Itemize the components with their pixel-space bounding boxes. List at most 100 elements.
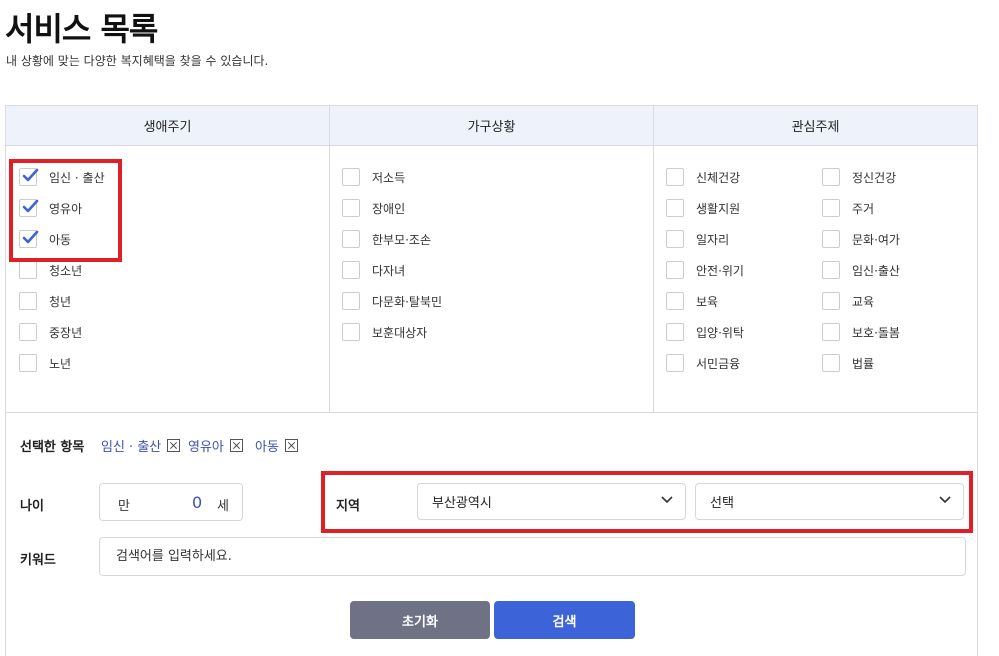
- checkbox-청소년[interactable]: 청소년: [19, 261, 82, 279]
- checkbox-중장년[interactable]: 중장년: [19, 323, 82, 341]
- checkbox-label: 다자녀: [372, 263, 406, 278]
- age-input[interactable]: 만 0 세: [99, 483, 243, 521]
- checkbox-unchecked-icon[interactable]: [666, 323, 684, 341]
- checkbox-unchecked-icon[interactable]: [822, 168, 840, 186]
- checkbox-문화-여가[interactable]: 문화·여가: [822, 230, 900, 248]
- checkbox-unchecked-icon[interactable]: [822, 261, 840, 279]
- checkbox-저소득[interactable]: 저소득: [342, 168, 405, 186]
- checkbox-임신-출산[interactable]: 임신 · 출산: [19, 168, 105, 186]
- selected-chip[interactable]: 임신 · 출산: [101, 436, 181, 455]
- checkbox-unchecked-icon[interactable]: [342, 168, 360, 186]
- checkbox-보육[interactable]: 보육: [666, 292, 718, 310]
- checkbox-label: 주거: [852, 201, 875, 216]
- age-value[interactable]: 0: [192, 493, 202, 512]
- column-header-interest: 관심주제: [654, 106, 977, 146]
- checkbox-unchecked-icon[interactable]: [342, 292, 360, 310]
- checkbox-unchecked-icon[interactable]: [342, 261, 360, 279]
- chevron-down-icon: [661, 496, 673, 504]
- checkbox-임신-출산[interactable]: 임신·출산: [822, 261, 900, 279]
- chevron-down-icon: [939, 496, 951, 504]
- checkbox-생활지원[interactable]: 생활지원: [666, 199, 740, 217]
- checkbox-영유아[interactable]: 영유아: [19, 199, 82, 217]
- checkbox-신체건강[interactable]: 신체건강: [666, 168, 740, 186]
- checkbox-unchecked-icon[interactable]: [822, 230, 840, 248]
- checkbox-교육[interactable]: 교육: [822, 292, 874, 310]
- column-divider: [653, 106, 654, 412]
- selected-chip-label: 아동: [255, 440, 279, 455]
- checkbox-보훈대상자[interactable]: 보훈대상자: [342, 323, 427, 341]
- checkbox-주거[interactable]: 주거: [822, 199, 874, 217]
- checkbox-unchecked-icon[interactable]: [822, 292, 840, 310]
- checkbox-label: 서민금융: [696, 356, 741, 371]
- selected-chip-label: 영유아: [188, 440, 224, 455]
- age-prefix: 만: [118, 499, 130, 514]
- checkbox-checked-icon[interactable]: [19, 199, 39, 217]
- remove-chip-icon[interactable]: [229, 439, 243, 452]
- checkbox-한부모-조손[interactable]: 한부모·조손: [342, 230, 431, 248]
- checkbox-checked-icon[interactable]: [19, 168, 39, 186]
- checkbox-unchecked-icon[interactable]: [666, 354, 684, 372]
- checkbox-label: 보훈대상자: [372, 325, 428, 340]
- checkbox-unchecked-icon[interactable]: [666, 261, 684, 279]
- checkbox-unchecked-icon[interactable]: [822, 323, 840, 341]
- checkbox-label: 저소득: [372, 170, 406, 185]
- page-subtitle: 내 상황에 맞는 다양한 복지혜택을 찾을 수 있습니다.: [6, 54, 269, 68]
- checkbox-서민금융[interactable]: 서민금융: [666, 354, 740, 372]
- remove-chip-icon[interactable]: [284, 439, 298, 452]
- checkbox-label: 청년: [49, 294, 72, 309]
- search-button[interactable]: 검색: [494, 601, 635, 639]
- checkbox-label: 법률: [852, 356, 875, 371]
- checkbox-label: 아동: [49, 232, 72, 247]
- checkbox-unchecked-icon[interactable]: [666, 199, 684, 217]
- checkbox-label: 한부모·조손: [372, 232, 432, 247]
- filter-panel: 생애주기 가구상황 관심주제 임신 · 출산 영유아 아동 청소년 청년 중장년 노년 저소…: [5, 105, 978, 656]
- checkbox-label: 신체건강: [696, 170, 741, 185]
- checkbox-unchecked-icon[interactable]: [822, 199, 840, 217]
- checkbox-unchecked-icon[interactable]: [666, 230, 684, 248]
- checkbox-unchecked-icon[interactable]: [342, 323, 360, 341]
- checkbox-unchecked-icon[interactable]: [666, 168, 684, 186]
- checkbox-정신건강[interactable]: 정신건강: [822, 168, 896, 186]
- checkbox-unchecked-icon[interactable]: [19, 323, 37, 341]
- checkbox-보호-돌봄[interactable]: 보호·돌봄: [822, 323, 900, 341]
- checkbox-노년[interactable]: 노년: [19, 354, 71, 372]
- region-district-select[interactable]: 선택: [695, 483, 964, 520]
- checkbox-unchecked-icon[interactable]: [666, 292, 684, 310]
- checkbox-unchecked-icon[interactable]: [822, 354, 840, 372]
- checkbox-unchecked-icon[interactable]: [19, 292, 37, 310]
- column-header-life-cycle: 생애주기: [6, 106, 329, 146]
- checkbox-일자리[interactable]: 일자리: [666, 230, 729, 248]
- checkbox-법률[interactable]: 법률: [822, 354, 874, 372]
- checkbox-label: 교육: [852, 294, 875, 309]
- checkbox-label: 장애인: [372, 201, 406, 216]
- checkbox-unchecked-icon[interactable]: [19, 261, 37, 279]
- region-city-value: 부산광역시: [432, 496, 492, 511]
- page-title: 서비스 목록: [5, 10, 158, 48]
- reset-button[interactable]: 초기화: [350, 601, 490, 639]
- checkbox-다자녀[interactable]: 다자녀: [342, 261, 405, 279]
- checkbox-아동[interactable]: 아동: [19, 230, 71, 248]
- remove-chip-icon[interactable]: [167, 439, 181, 452]
- checkbox-입양-위탁[interactable]: 입양·위탁: [666, 323, 744, 341]
- checkbox-장애인[interactable]: 장애인: [342, 199, 405, 217]
- checkbox-다문화-탈북민[interactable]: 다문화·탈북민: [342, 292, 442, 310]
- region-district-value: 선택: [710, 496, 734, 511]
- selected-chip[interactable]: 영유아: [188, 436, 243, 455]
- keyword-input[interactable]: [99, 537, 966, 576]
- selected-chip[interactable]: 아동: [255, 436, 298, 455]
- checkbox-unchecked-icon[interactable]: [19, 354, 37, 372]
- checkbox-label: 노년: [49, 356, 72, 371]
- region-label: 지역: [336, 499, 360, 514]
- checkbox-label: 청소년: [49, 263, 83, 278]
- checkbox-label: 중장년: [49, 325, 83, 340]
- checkbox-checked-icon[interactable]: [19, 230, 39, 248]
- checkbox-청년[interactable]: 청년: [19, 292, 71, 310]
- selected-items-label: 선택한 항목: [20, 440, 85, 455]
- checkbox-label: 입양·위탁: [696, 325, 744, 340]
- region-city-select[interactable]: 부산광역시: [417, 483, 686, 520]
- checkbox-안전-위기[interactable]: 안전·위기: [666, 261, 744, 279]
- column-divider: [329, 106, 330, 412]
- checkbox-unchecked-icon[interactable]: [342, 230, 360, 248]
- checkbox-unchecked-icon[interactable]: [342, 199, 360, 217]
- checkbox-label: 안전·위기: [696, 263, 744, 278]
